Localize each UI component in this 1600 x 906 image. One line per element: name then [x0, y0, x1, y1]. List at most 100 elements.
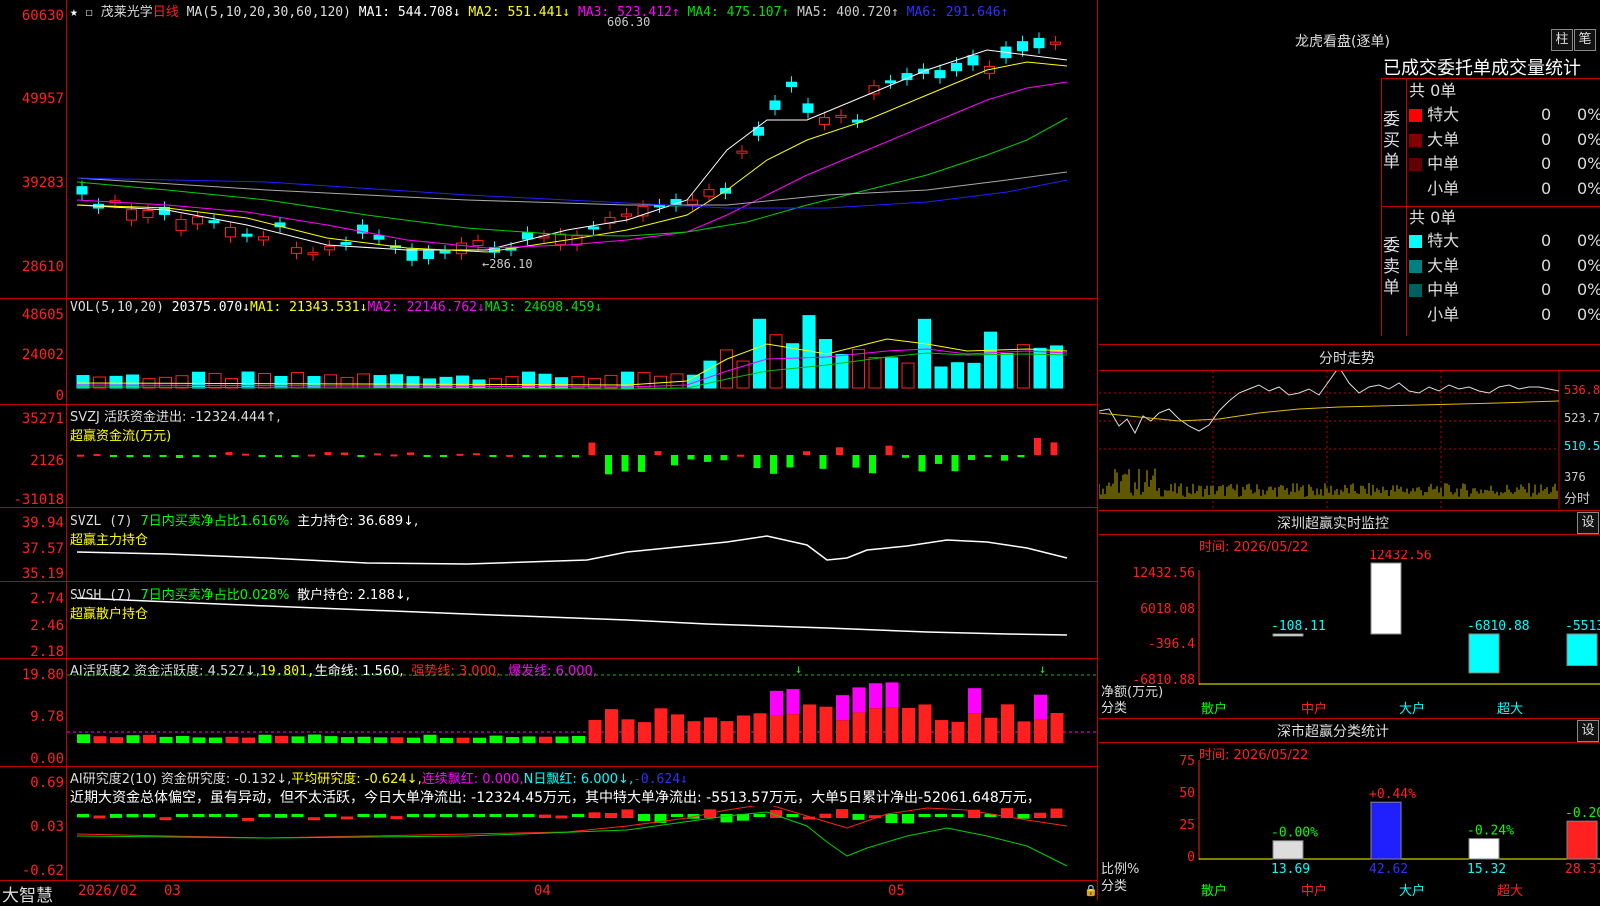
research-bar	[407, 814, 419, 817]
flow-bar	[902, 455, 909, 458]
research-bar	[836, 809, 848, 818]
ai-research-last: -0.624↓	[633, 772, 688, 787]
monitor-settings-button[interactable]: 设	[1577, 512, 1599, 534]
candlestick-chart[interactable]: 606.30 ←286.10	[67, 0, 1097, 298]
svzl-chart[interactable]	[67, 508, 1097, 581]
activity-bar	[522, 736, 536, 743]
flow-bar	[423, 455, 431, 457]
flow-bar	[935, 455, 942, 464]
cat-label: 散户	[1201, 702, 1228, 717]
right-border	[1097, 0, 1098, 900]
research-bar	[275, 814, 287, 818]
candle	[126, 209, 137, 221]
tick-mode-button[interactable]: 笔	[1574, 29, 1596, 51]
divider	[1099, 534, 1600, 535]
activity-bar	[341, 737, 354, 743]
sell-label: 委卖单	[1383, 236, 1400, 298]
svsh-tick: 2.46	[30, 618, 64, 634]
candle	[225, 226, 236, 238]
row-pct: 0%	[1577, 130, 1600, 149]
flow-bar	[258, 455, 266, 457]
row-label: 小单	[1427, 179, 1460, 198]
lock-icon[interactable]: 🔒	[1084, 884, 1098, 897]
activity-bar-burst	[786, 689, 800, 715]
volume-bar	[109, 375, 123, 389]
svzl-tick: 39.94	[21, 515, 64, 531]
candle	[802, 103, 814, 113]
main-chart-area[interactable]: ★ ☐ 茂莱光学日线 MA(5,10,20,30,60,120) MA1: 54…	[0, 0, 1098, 906]
activity-bar	[275, 735, 288, 743]
activity-bar	[885, 707, 899, 743]
swatch	[1409, 158, 1422, 171]
swatch	[1409, 235, 1422, 248]
research-bar	[456, 814, 469, 818]
activity-bar-burst	[1034, 694, 1047, 720]
row-count: 0	[1541, 231, 1552, 250]
research-bar	[539, 814, 551, 818]
row-label: 大单	[1427, 130, 1460, 149]
flow-bar	[638, 455, 645, 472]
research-bar	[357, 814, 370, 817]
date-tick: 2026/02	[78, 883, 138, 899]
activity-bar	[687, 721, 701, 743]
date-tick: 04	[534, 883, 551, 899]
volume-bar	[720, 349, 733, 389]
activity-bar	[605, 709, 618, 743]
classify-chart[interactable]: -0.00% 13.69 +0.44% 42.62 -0.24% 15.32 -0.20% 2…	[1099, 755, 1600, 877]
flow-bar	[407, 452, 414, 455]
row-count: 0	[1541, 280, 1552, 299]
monitor-chart[interactable]: -108.11 12432.56 -6810.88 -5513.57	[1099, 550, 1600, 720]
svzj-tick: 2126	[30, 453, 64, 469]
bar-mode-button[interactable]: 柱	[1551, 29, 1573, 51]
volume-bar	[885, 357, 898, 389]
volume-bar	[901, 362, 915, 389]
ai-research-chart[interactable]	[67, 806, 1097, 880]
flow-bar	[786, 455, 794, 468]
intraday-chart[interactable]	[1099, 371, 1600, 509]
svzj-chart[interactable]	[67, 405, 1097, 507]
monitor-bar	[1370, 562, 1402, 635]
activity-bar	[654, 708, 668, 743]
classify-settings-button[interactable]: 设	[1577, 720, 1599, 742]
flow-bar	[621, 455, 629, 472]
candle	[885, 80, 896, 84]
flow-bar	[588, 442, 596, 455]
activity-bar-burst	[770, 690, 783, 716]
row-pct: 0%	[1577, 305, 1600, 324]
monitor-value: -6810.88	[1467, 619, 1530, 634]
candle	[76, 186, 88, 195]
candle	[1033, 37, 1045, 49]
research-bar	[489, 814, 502, 817]
cat-label: 中户	[1301, 884, 1328, 899]
activity-bar	[803, 704, 816, 743]
research-bar	[555, 815, 568, 819]
svsh-chart[interactable]	[67, 582, 1097, 658]
intraday-tick: 376	[1564, 470, 1586, 484]
activity-bar	[374, 737, 387, 743]
high-label: 606.30	[607, 15, 650, 29]
classify-pct: 42.62	[1369, 862, 1408, 877]
classify-bar	[1370, 801, 1402, 860]
row-pct: 0%	[1577, 280, 1600, 299]
cat-label: 散户	[1201, 884, 1228, 899]
candle	[934, 70, 946, 79]
candle	[472, 240, 484, 246]
volume-bar	[967, 362, 981, 389]
volume-bar	[984, 331, 997, 389]
ai-active-tick: 19.80	[21, 667, 64, 683]
research-bar	[159, 817, 172, 821]
volume-bar	[522, 371, 535, 389]
row-pct: 0%	[1577, 256, 1600, 275]
divider	[1099, 718, 1600, 719]
research-bar	[1050, 808, 1063, 818]
flow-bar	[308, 454, 315, 457]
monitor-bar	[1468, 633, 1500, 674]
intraday-tick: 536.8	[1564, 383, 1600, 397]
volume-chart[interactable]	[67, 299, 1097, 404]
row-count: 0	[1541, 154, 1552, 173]
ai-active-chart[interactable]: ↓ ↓	[67, 659, 1097, 766]
volume-bar	[637, 372, 651, 389]
research-bar	[110, 814, 122, 818]
research-bar	[209, 814, 221, 817]
activity-bar	[1017, 721, 1031, 743]
